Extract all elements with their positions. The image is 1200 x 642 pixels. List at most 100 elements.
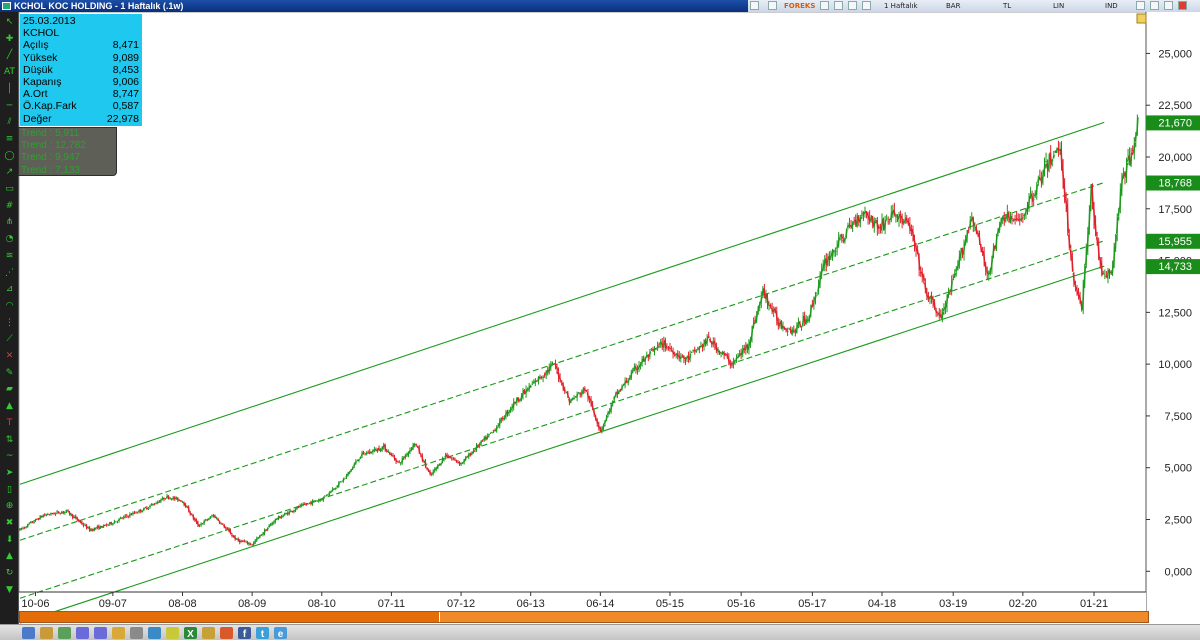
period-select[interactable]: 1 Haftalık	[884, 1, 918, 11]
cycle-icon[interactable]: ◔	[3, 233, 16, 245]
channel-icon[interactable]: ⫽	[3, 116, 16, 128]
scale-select[interactable]: LIN	[1053, 1, 1064, 11]
bar-mode-select[interactable]: BAR	[946, 1, 960, 11]
candle-body	[479, 443, 480, 446]
lock-icon[interactable]: ▲	[3, 550, 16, 562]
vertical-line-icon[interactable]: │	[3, 83, 16, 95]
layout-icon[interactable]	[148, 627, 161, 639]
candle-body	[634, 367, 635, 369]
candle-body	[94, 528, 95, 531]
trendline-icon[interactable]: ╱	[3, 49, 16, 61]
rectangle-icon[interactable]: ▭	[3, 183, 16, 195]
text-T-icon[interactable]: T	[3, 417, 16, 429]
candle-body	[1019, 219, 1020, 220]
price-tag-label: 14,733	[1158, 261, 1192, 273]
compare-icon[interactable]	[834, 1, 843, 10]
tilde-icon[interactable]: ~	[3, 450, 16, 462]
candle-body	[369, 451, 370, 454]
candle-body	[74, 517, 75, 518]
candle-body	[202, 523, 203, 524]
candle-body	[344, 478, 345, 479]
restore-icon[interactable]	[1136, 1, 1145, 10]
layout-icon[interactable]	[820, 1, 829, 10]
info-value: 9,006	[93, 76, 139, 88]
excel-icon[interactable]: X	[184, 627, 197, 639]
candle-body	[75, 516, 76, 517]
text-AT-icon[interactable]: AT	[3, 66, 16, 78]
print-icon[interactable]	[40, 627, 53, 639]
candle-body	[705, 340, 706, 343]
ellipse-icon[interactable]: ◯	[3, 150, 16, 162]
trend-line-4: Trend : 7,133	[21, 165, 114, 177]
cursor-arrow-icon[interactable]: ↖	[3, 16, 16, 28]
horizontal-line-icon[interactable]: ─	[3, 100, 16, 112]
scroll-arrow-icon[interactable]: ▼	[3, 584, 16, 596]
magnet-icon[interactable]: ⬇	[3, 534, 16, 546]
zoom-icon[interactable]: ⊕	[3, 500, 16, 512]
crosshair-icon[interactable]: ✚	[3, 33, 16, 45]
symbol-select-icon[interactable]	[750, 1, 759, 10]
regression-icon[interactable]: ≋	[3, 250, 16, 262]
candle-body	[1095, 220, 1096, 236]
ind-select[interactable]: IND	[1105, 1, 1118, 11]
price-chart[interactable]: 0,0002,5005,0007,50010,00012,50015,00017…	[0, 0, 1200, 640]
mirror-icon[interactable]: ⇅	[3, 434, 16, 446]
trash-icon[interactable]: ✖	[3, 517, 16, 529]
candle-body	[123, 517, 124, 519]
candle-body	[912, 229, 913, 238]
pencil-icon[interactable]: ✎	[3, 367, 16, 379]
grid-toggle-icon[interactable]	[768, 1, 777, 10]
facebook-icon[interactable]: f	[238, 627, 251, 639]
zoom-in-icon[interactable]	[76, 627, 89, 639]
brush-icon[interactable]: ▲	[3, 400, 16, 412]
candle-body	[693, 350, 694, 351]
maximize-icon[interactable]	[1164, 1, 1173, 10]
scroll-thumb[interactable]	[20, 612, 440, 622]
candle-body	[962, 248, 963, 254]
candle-body	[1067, 205, 1068, 233]
speed-line-icon[interactable]: ⋰	[3, 267, 16, 279]
draw-icon[interactable]	[848, 1, 857, 10]
x-tick-label: 08-10	[308, 598, 336, 610]
twitter-icon[interactable]: t	[256, 627, 269, 639]
candle-body	[518, 397, 519, 401]
arrow-icon[interactable]: ↗	[3, 166, 16, 178]
candle-body	[654, 348, 655, 352]
settings-icon[interactable]	[166, 627, 179, 639]
minimize-icon[interactable]	[1150, 1, 1159, 10]
chart-icon[interactable]	[58, 627, 71, 639]
fan-icon[interactable]: ⊿	[3, 283, 16, 295]
web-icon[interactable]: e	[274, 627, 287, 639]
alert-icon[interactable]: ↻	[3, 567, 16, 579]
zigzag-icon[interactable]: ⟋	[3, 333, 16, 345]
eraser-icon[interactable]: ▰	[3, 383, 16, 395]
close-icon[interactable]	[1178, 1, 1187, 10]
y-tick-label: 12,500	[1158, 307, 1192, 319]
candle-body	[981, 244, 982, 252]
indicator-icon[interactable]	[862, 1, 871, 10]
timezone-icon[interactable]: ⋮	[3, 317, 16, 329]
zoom-out-icon[interactable]	[94, 627, 107, 639]
template-icon[interactable]	[130, 627, 143, 639]
fibonacci-icon[interactable]: ≡	[3, 133, 16, 145]
pointer-icon[interactable]: ➤	[3, 467, 16, 479]
currency-select[interactable]: TL	[1003, 1, 1011, 11]
cross-icon[interactable]: ✕	[3, 350, 16, 362]
gann-icon[interactable]: #	[3, 200, 16, 212]
candle-body	[354, 464, 355, 466]
image-icon[interactable]	[112, 627, 125, 639]
candle-body	[1072, 257, 1073, 272]
arc-icon[interactable]: ◠	[3, 300, 16, 312]
time-scrollbar[interactable]	[19, 611, 1149, 623]
edit-icon[interactable]	[220, 627, 233, 639]
candle-body	[922, 272, 923, 277]
candle-body	[1094, 204, 1095, 222]
candle-body	[204, 521, 205, 524]
folder-icon[interactable]	[202, 627, 215, 639]
rect-icon[interactable]: ▯	[3, 484, 16, 496]
candle-body	[1052, 159, 1053, 162]
pitchfork-icon[interactable]: ⋔	[3, 216, 16, 228]
save-icon[interactable]	[22, 627, 35, 639]
candle-body	[577, 394, 578, 398]
candle-body	[1004, 218, 1005, 222]
